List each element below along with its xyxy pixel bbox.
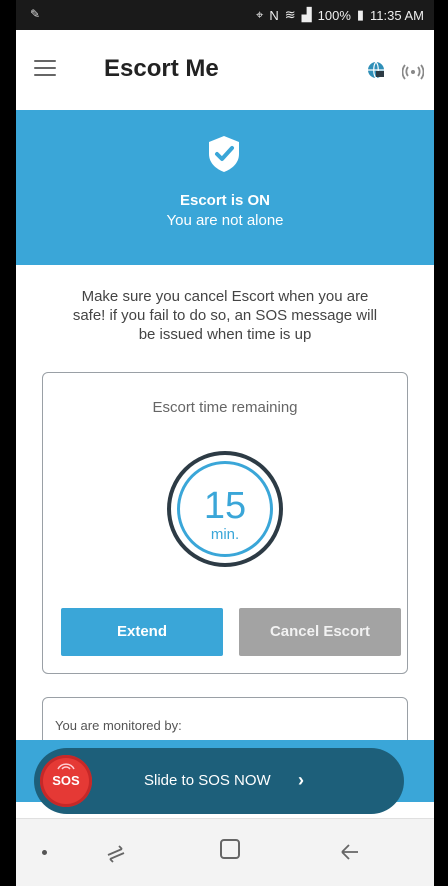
monitored-by-label: You are monitored by: <box>55 718 182 733</box>
system-nav-bar <box>16 818 434 886</box>
home-icon[interactable] <box>220 839 240 859</box>
app-bar: Escort Me <box>16 30 434 111</box>
battery-icon: ▮ <box>356 7 365 22</box>
escort-status-title: Escort is ON <box>179 192 271 209</box>
battery-percent: 100% <box>317 7 351 23</box>
status-icons: ⌖ N ≋ ▟ 100% ▮ 11:35 AM <box>256 7 424 23</box>
timer-unit: min. <box>210 526 240 543</box>
escort-status-subtitle: You are not alone <box>166 212 284 229</box>
wifi-icon: ≋ <box>284 7 296 22</box>
nfc-icon: N <box>269 7 279 23</box>
cancel-escort-button[interactable]: Cancel Escort <box>239 608 401 656</box>
clock: 11:35 AM <box>370 7 424 23</box>
timer-ring: 15 min. <box>167 451 283 567</box>
page-title: Escort Me <box>104 55 219 82</box>
status-bar: ✎ ⌖ N ≋ ▟ 100% ▮ 11:35 AM <box>16 0 434 30</box>
nav-dot-icon[interactable] <box>42 850 47 855</box>
signal-icon: ▟ <box>301 7 312 22</box>
broadcast-icon[interactable] <box>402 60 424 82</box>
location-icon: ⌖ <box>256 7 264 22</box>
recents-icon[interactable] <box>104 841 128 863</box>
chevron-right-icon: › <box>298 770 304 790</box>
escort-timer-card: Escort time remaining 15 min. Extend Can… <box>42 372 408 674</box>
notification-icon: ✎ <box>30 7 41 21</box>
menu-icon[interactable] <box>34 60 56 76</box>
globe-icon[interactable] <box>366 60 386 80</box>
timer-card-title: Escort time remaining <box>152 399 298 416</box>
shield-check-icon <box>209 136 239 172</box>
extend-button[interactable]: Extend <box>61 608 223 656</box>
cancel-warning-text: Make sure you cancel Escort when you are… <box>72 288 378 343</box>
escort-status-banner: Escort is ON You are not alone <box>16 110 434 265</box>
slide-to-sos-label: Slide to SOS NOW <box>144 772 271 789</box>
timer-value: 15 <box>203 485 247 527</box>
sos-signal-icon <box>57 763 75 770</box>
phone-screen: ✎ ⌖ N ≋ ▟ 100% ▮ 11:35 AM Escort Me Esco… <box>16 0 434 886</box>
timer-inner-ring: 15 min. <box>177 461 273 557</box>
back-icon[interactable] <box>338 841 362 863</box>
